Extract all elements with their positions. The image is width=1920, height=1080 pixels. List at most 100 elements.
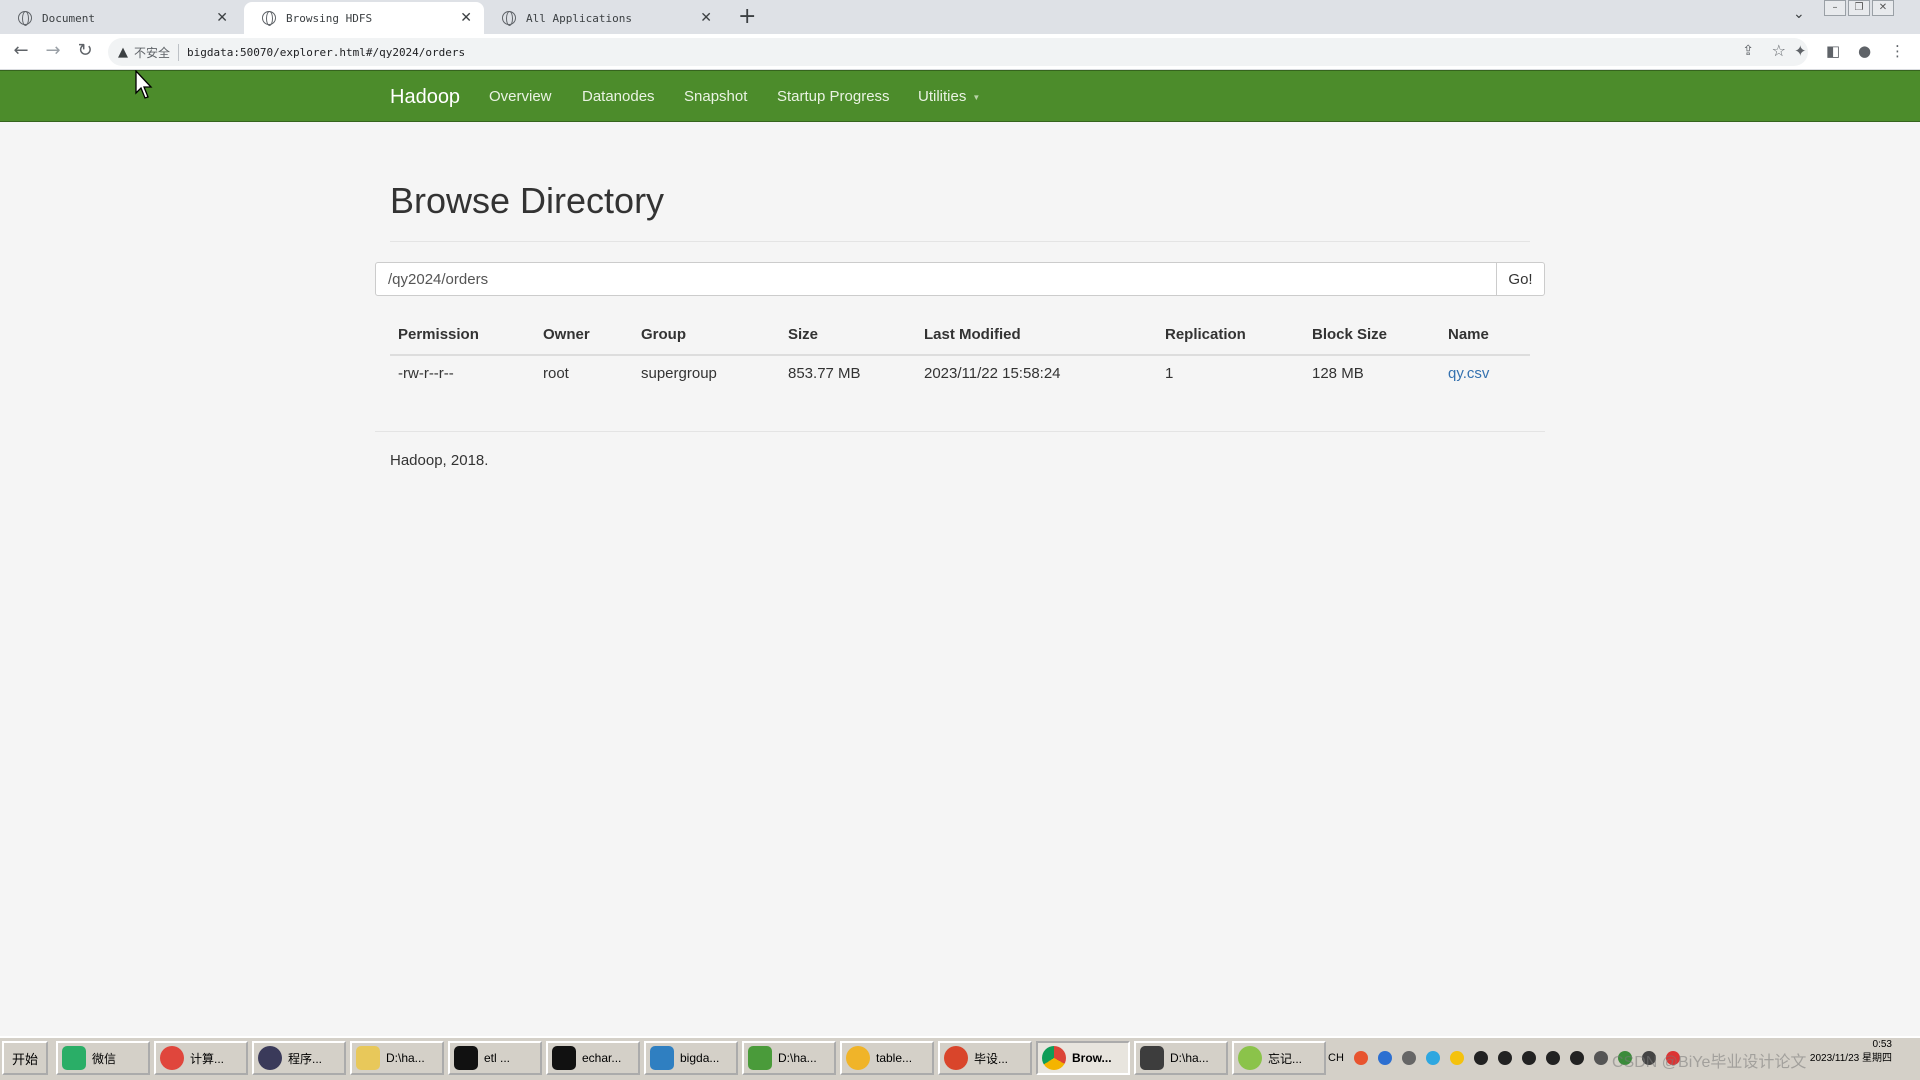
brand-link[interactable]: Hadoop	[390, 86, 460, 109]
taskbar-item[interactable]: 毕设...	[938, 1041, 1032, 1075]
editor-icon	[748, 1046, 772, 1070]
table-row: -rw-r--r-- root supergroup 853.77 MB 202…	[390, 356, 1530, 394]
taskbar-item[interactable]: echar...	[546, 1041, 640, 1075]
url-text[interactable]: bigdata:50070/explorer.html#/qy2024/orde…	[187, 46, 465, 59]
shield-icon[interactable]	[1377, 1051, 1392, 1065]
column-header-name[interactable]: Name	[1448, 318, 1489, 351]
taskbar-item[interactable]: bigda...	[644, 1041, 738, 1075]
taskbar-item-label: table...	[876, 1051, 913, 1065]
restore-icon[interactable]: ❐	[1848, 0, 1870, 16]
nav-snapshot[interactable]: Snapshot	[684, 88, 747, 105]
globe-icon	[262, 11, 276, 26]
minimize-icon[interactable]: –	[1824, 0, 1846, 16]
tray-app-icon[interactable]	[1449, 1051, 1464, 1065]
share-icon[interactable]: ⇪	[1742, 43, 1754, 59]
taskbar-item-label: 计算...	[190, 1051, 225, 1066]
taskbar-item-active[interactable]: Brow...	[1036, 1041, 1130, 1075]
chrome-icon	[1042, 1046, 1066, 1070]
column-header-permission[interactable]: Permission	[398, 318, 479, 351]
tab-search-chevron-icon[interactable]: ⌄	[1793, 6, 1805, 22]
table-header-row: Permission Owner Group Size Last Modifie…	[390, 318, 1530, 356]
qq-icon[interactable]	[1569, 1051, 1584, 1065]
display-icon[interactable]	[1593, 1051, 1608, 1065]
watermark: CSDN @BiYe毕业设计论文	[1612, 1054, 1807, 1071]
taskbar-item[interactable]: etl ...	[448, 1041, 542, 1075]
page-title: Browse Directory	[390, 180, 665, 221]
start-label: 开始	[11, 1051, 38, 1067]
taskbar-item[interactable]: 微信	[56, 1041, 150, 1075]
wechat-icon	[62, 1046, 86, 1070]
nav-startup-progress[interactable]: Startup Progress	[777, 88, 890, 105]
go-button[interactable]: Go!	[1496, 262, 1545, 296]
start-button[interactable]: 开始	[2, 1041, 48, 1075]
taskbar-item[interactable]: 程序...	[252, 1041, 346, 1075]
close-window-icon[interactable]: ✕	[1872, 0, 1894, 16]
directory-path-input[interactable]	[375, 262, 1497, 296]
terminal-icon	[650, 1046, 674, 1070]
extensions-icon[interactable]: ✦	[1794, 42, 1807, 60]
column-header-last-modified[interactable]: Last Modified	[924, 318, 1021, 351]
tab-all-applications[interactable]: All Applications ✕	[484, 2, 724, 34]
directory-table: Permission Owner Group Size Last Modifie…	[390, 318, 1530, 394]
taskbar-item[interactable]: table...	[840, 1041, 934, 1075]
tab-document[interactable]: Document ✕	[0, 2, 240, 34]
menu-kebab-icon[interactable]: ⋮	[1890, 42, 1905, 60]
taskbar-item-label: D:\ha...	[1170, 1051, 1209, 1065]
system-clock[interactable]: 0:53 2023/11/23 星期四	[1810, 1038, 1892, 1066]
nav-datanodes[interactable]: Datanodes	[582, 88, 655, 105]
new-tab-icon[interactable]: +	[738, 4, 756, 29]
network-icon[interactable]	[1401, 1051, 1416, 1065]
security-label[interactable]: 不安全	[134, 43, 180, 61]
bookmark-star-icon[interactable]: ☆	[1772, 41, 1786, 60]
back-icon[interactable]: ←	[10, 40, 32, 62]
pycharm-icon	[454, 1046, 478, 1070]
qq-icon[interactable]	[1521, 1051, 1536, 1065]
taskbar-item-label: echar...	[582, 1051, 622, 1065]
address-toolbar: ← → ↻ ▲ 不安全 bigdata:50070/explorer.html#…	[0, 34, 1920, 70]
reload-icon[interactable]: ↻	[74, 40, 96, 62]
tab-close-icon[interactable]: ✕	[700, 10, 712, 26]
ime-icon[interactable]	[1353, 1051, 1368, 1065]
warning-icon[interactable]: ▲	[118, 45, 128, 60]
omnibox[interactable]: ▲ 不安全 bigdata:50070/explorer.html#/qy202…	[108, 38, 1808, 66]
taskbar-item[interactable]: 忘记...	[1232, 1041, 1326, 1075]
tableau-icon	[846, 1046, 870, 1070]
calculator-app-icon	[160, 1046, 184, 1070]
avatar-icon	[258, 1046, 282, 1070]
mouse-cursor-icon	[135, 70, 153, 99]
tab-label: Browsing HDFS	[286, 11, 373, 25]
clock-date: 2023/11/23 星期四	[1809, 1053, 1892, 1064]
hadoop-navbar: Hadoop Overview Datanodes Snapshot Start…	[0, 70, 1920, 122]
profile-icon[interactable]: ●	[1858, 42, 1871, 60]
cell-owner: root	[543, 365, 569, 382]
nav-overview[interactable]: Overview	[489, 88, 552, 105]
cell-block-size: 128 MB	[1312, 365, 1364, 382]
column-header-block-size[interactable]: Block Size	[1312, 318, 1387, 351]
file-name-link[interactable]: qy.csv	[1448, 356, 1489, 392]
qq-icon[interactable]	[1545, 1051, 1560, 1065]
column-header-replication[interactable]: Replication	[1165, 318, 1246, 351]
tab-close-icon[interactable]: ✕	[216, 10, 228, 26]
qq-icon[interactable]	[1497, 1051, 1512, 1065]
nav-utilities-dropdown[interactable]: Utilities ▼	[918, 88, 980, 105]
column-header-group[interactable]: Group	[641, 318, 686, 351]
forward-icon[interactable]: →	[42, 40, 64, 62]
taskbar-item[interactable]: D:\ha...	[1134, 1041, 1228, 1075]
cloud-icon[interactable]	[1425, 1051, 1440, 1065]
tab-browsing-hdfs[interactable]: Browsing HDFS ✕	[244, 2, 484, 34]
column-header-owner[interactable]: Owner	[543, 318, 590, 351]
taskbar-item-label: Brow...	[1072, 1051, 1112, 1065]
taskbar-item-label: 微信	[92, 1051, 117, 1066]
taskbar-item-label: 毕设...	[974, 1051, 1009, 1066]
column-header-size[interactable]: Size	[788, 318, 818, 351]
taskbar-item-label: etl ...	[484, 1051, 511, 1065]
qq-icon[interactable]	[1473, 1051, 1488, 1065]
browser-app-icon	[944, 1046, 968, 1070]
tab-close-icon[interactable]: ✕	[460, 10, 472, 26]
taskbar-item[interactable]: D:\ha...	[350, 1041, 444, 1075]
taskbar-item-label: D:\ha...	[386, 1051, 425, 1065]
taskbar-item[interactable]: D:\ha...	[742, 1041, 836, 1075]
input-language-indicator[interactable]: CH	[1328, 1052, 1344, 1064]
side-panel-icon[interactable]: ◧	[1826, 42, 1840, 60]
taskbar-item[interactable]: 计算...	[154, 1041, 248, 1075]
